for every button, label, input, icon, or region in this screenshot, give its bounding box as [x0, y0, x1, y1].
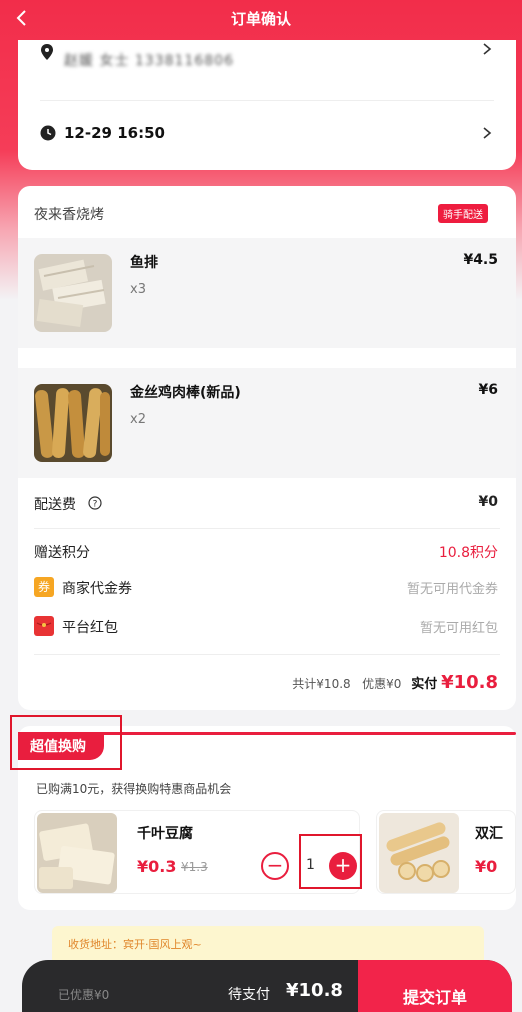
deal-product-name: 千叶豆腐: [137, 826, 193, 842]
points-value: 10.8积分: [438, 545, 498, 561]
order-card: 夜来香烧烤 骑手配送 鱼排 x3 ¥4.5 金丝鸡肉棒(新品) x2 ¥6 配送…: [18, 186, 516, 710]
order-item: 金丝鸡肉棒(新品) x2 ¥6: [18, 368, 516, 478]
paid-label: 实付: [411, 677, 438, 692]
paid-amount: ¥10.8: [441, 672, 498, 693]
deal-product-price: ¥0.3: [137, 857, 177, 876]
deal-subtitle: 已购满10元，获得换购特惠商品机会: [36, 782, 232, 796]
chevron-right-icon[interactable]: [480, 42, 494, 56]
order-item: 鱼排 x3 ¥4.5: [18, 238, 516, 348]
pay-amount: ¥10.8: [286, 980, 343, 1001]
help-icon[interactable]: ?: [88, 496, 102, 510]
merchant-coupon-value[interactable]: 暂无可用代金券: [407, 578, 498, 597]
highlight-box: [299, 834, 362, 889]
points-label: 赠送积分: [34, 545, 90, 561]
total-amount: 共计¥10.8: [292, 677, 351, 691]
svg-text:?: ?: [93, 500, 98, 510]
deal-product-price: ¥0: [475, 857, 498, 876]
store-name: 夜来香烧烤: [34, 207, 104, 223]
saved-amount: 已优惠¥0: [58, 988, 110, 1002]
red-packet-label[interactable]: 平台红包: [62, 617, 118, 637]
clock-icon: [40, 125, 56, 141]
delivery-badge: 骑手配送: [438, 204, 488, 223]
item-name: 金丝鸡肉棒(新品): [130, 385, 241, 401]
delivery-fee-value: ¥0: [478, 494, 498, 510]
tip-bar: 收货地址：宾开·国风上观~: [52, 926, 484, 960]
sausage-image: [379, 813, 459, 893]
red-packet-value[interactable]: 暂无可用红包: [420, 617, 498, 636]
red-packet-icon: [34, 616, 54, 636]
top-bar: 订单确认: [0, 0, 522, 40]
highlight-box: [10, 715, 122, 770]
tip-text: 收货地址：宾开·国风上观~: [68, 938, 202, 951]
coupon-icon: 券: [34, 577, 54, 597]
decrease-quantity-button[interactable]: −: [261, 852, 289, 880]
pay-label: 待支付: [228, 987, 270, 1003]
merchant-coupon-label[interactable]: 商家代金券: [62, 578, 132, 598]
item-quantity: x3: [130, 282, 146, 297]
chicken-stick-image: [34, 384, 112, 462]
order-summary: 共计¥10.8 优惠¥0 实付 ¥10.8: [292, 672, 498, 693]
chevron-right-icon[interactable]: [480, 126, 494, 140]
delivery-fee-label: 配送费: [34, 497, 76, 513]
deal-product-original-price: ¥1.3: [181, 860, 208, 874]
item-price: ¥6: [478, 382, 498, 398]
delivery-time[interactable]: 12-29 16:50: [64, 124, 165, 142]
tofu-image: [37, 813, 117, 893]
deal-product-name: 双汇: [475, 826, 503, 842]
submit-order-button[interactable]: 提交订单: [358, 960, 512, 1012]
checkout-bar: 已优惠¥0 待支付 ¥10.8 提交订单: [22, 960, 512, 1012]
item-quantity: x2: [130, 412, 146, 427]
address-text[interactable]: 赵媛 女士 1338116806: [64, 50, 234, 70]
item-price: ¥4.5: [463, 252, 498, 268]
discount-amount: 优惠¥0: [362, 677, 402, 691]
item-name: 鱼排: [130, 255, 158, 271]
page-title: 订单确认: [230, 10, 291, 28]
location-pin-icon: [41, 44, 53, 60]
fish-fillet-image: [34, 254, 112, 332]
divider: [34, 654, 500, 655]
address-card: 赵媛 女士 1338116806 12-29 16:50: [18, 40, 516, 170]
deal-product-card[interactable]: 双汇 ¥0: [376, 810, 516, 894]
divider: [40, 100, 494, 101]
divider: [34, 528, 500, 529]
